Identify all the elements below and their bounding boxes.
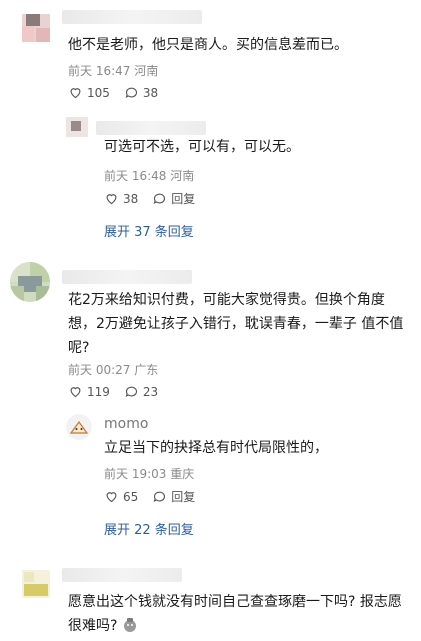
comment-icon: [153, 491, 166, 502]
comment-actions: 119 23: [68, 384, 172, 399]
comment-icon: [125, 87, 137, 98]
like-button[interactable]: 38: [104, 191, 138, 206]
reply-avatar[interactable]: [66, 414, 92, 440]
reply-count-button[interactable]: 23: [124, 384, 158, 399]
reply-username[interactable]: momo: [104, 416, 148, 432]
comment-text: 愿意出这个钱就没有时间自己查查琢磨一下吗? 报志愿 很难吗?: [68, 594, 402, 634]
username[interactable]: [62, 270, 192, 284]
heart-icon: [106, 492, 117, 503]
comment-icon: [153, 193, 166, 204]
reply-text: 立足当下的抉择总有时代局限性的，: [104, 440, 328, 456]
reply-actions: 38 回复: [104, 190, 209, 207]
reply-meta: 前天 19:03 重庆: [104, 467, 195, 481]
comment-actions: 105 38: [68, 85, 172, 100]
comment-text: 花2万来给知识付费，可能大家觉得贵。但换个角度 想，2万避免让孩子入错行，耽误青…: [68, 292, 404, 356]
reply-count-button[interactable]: 38: [124, 85, 158, 100]
like-button[interactable]: 65: [104, 489, 138, 504]
comment-meta: 前天 16:47 河南: [68, 64, 159, 78]
expand-replies-link[interactable]: 展开 22 条回复: [104, 519, 194, 538]
reply-button[interactable]: 回复: [152, 488, 195, 505]
username[interactable]: [62, 10, 202, 24]
sticker-emoji-icon: [123, 618, 136, 632]
reply-meta: 前天 16:48 河南: [104, 169, 195, 183]
username[interactable]: [62, 568, 182, 582]
expand-replies-link[interactable]: 展开 37 条回复: [104, 221, 194, 240]
reply-actions: 65 回复: [104, 488, 209, 505]
like-button[interactable]: 119: [68, 384, 110, 399]
comment-text: 他不是老师，他只是商人。买的信息差而已。: [68, 37, 348, 53]
avatar[interactable]: [22, 570, 50, 598]
reply-username[interactable]: [96, 121, 206, 135]
avatar[interactable]: [22, 14, 50, 42]
comment-meta: 前天 00:27 广东: [68, 363, 159, 377]
avatar[interactable]: [10, 262, 50, 302]
heart-icon: [106, 194, 117, 205]
comment-icon: [125, 386, 137, 397]
reply-avatar[interactable]: [66, 117, 88, 137]
reply-button[interactable]: 回复: [152, 190, 195, 207]
heart-icon: [70, 387, 81, 398]
heart-icon: [70, 88, 81, 99]
reply-text: 可选可不选，可以有，可以无。: [104, 139, 300, 155]
like-button[interactable]: 105: [68, 85, 110, 100]
